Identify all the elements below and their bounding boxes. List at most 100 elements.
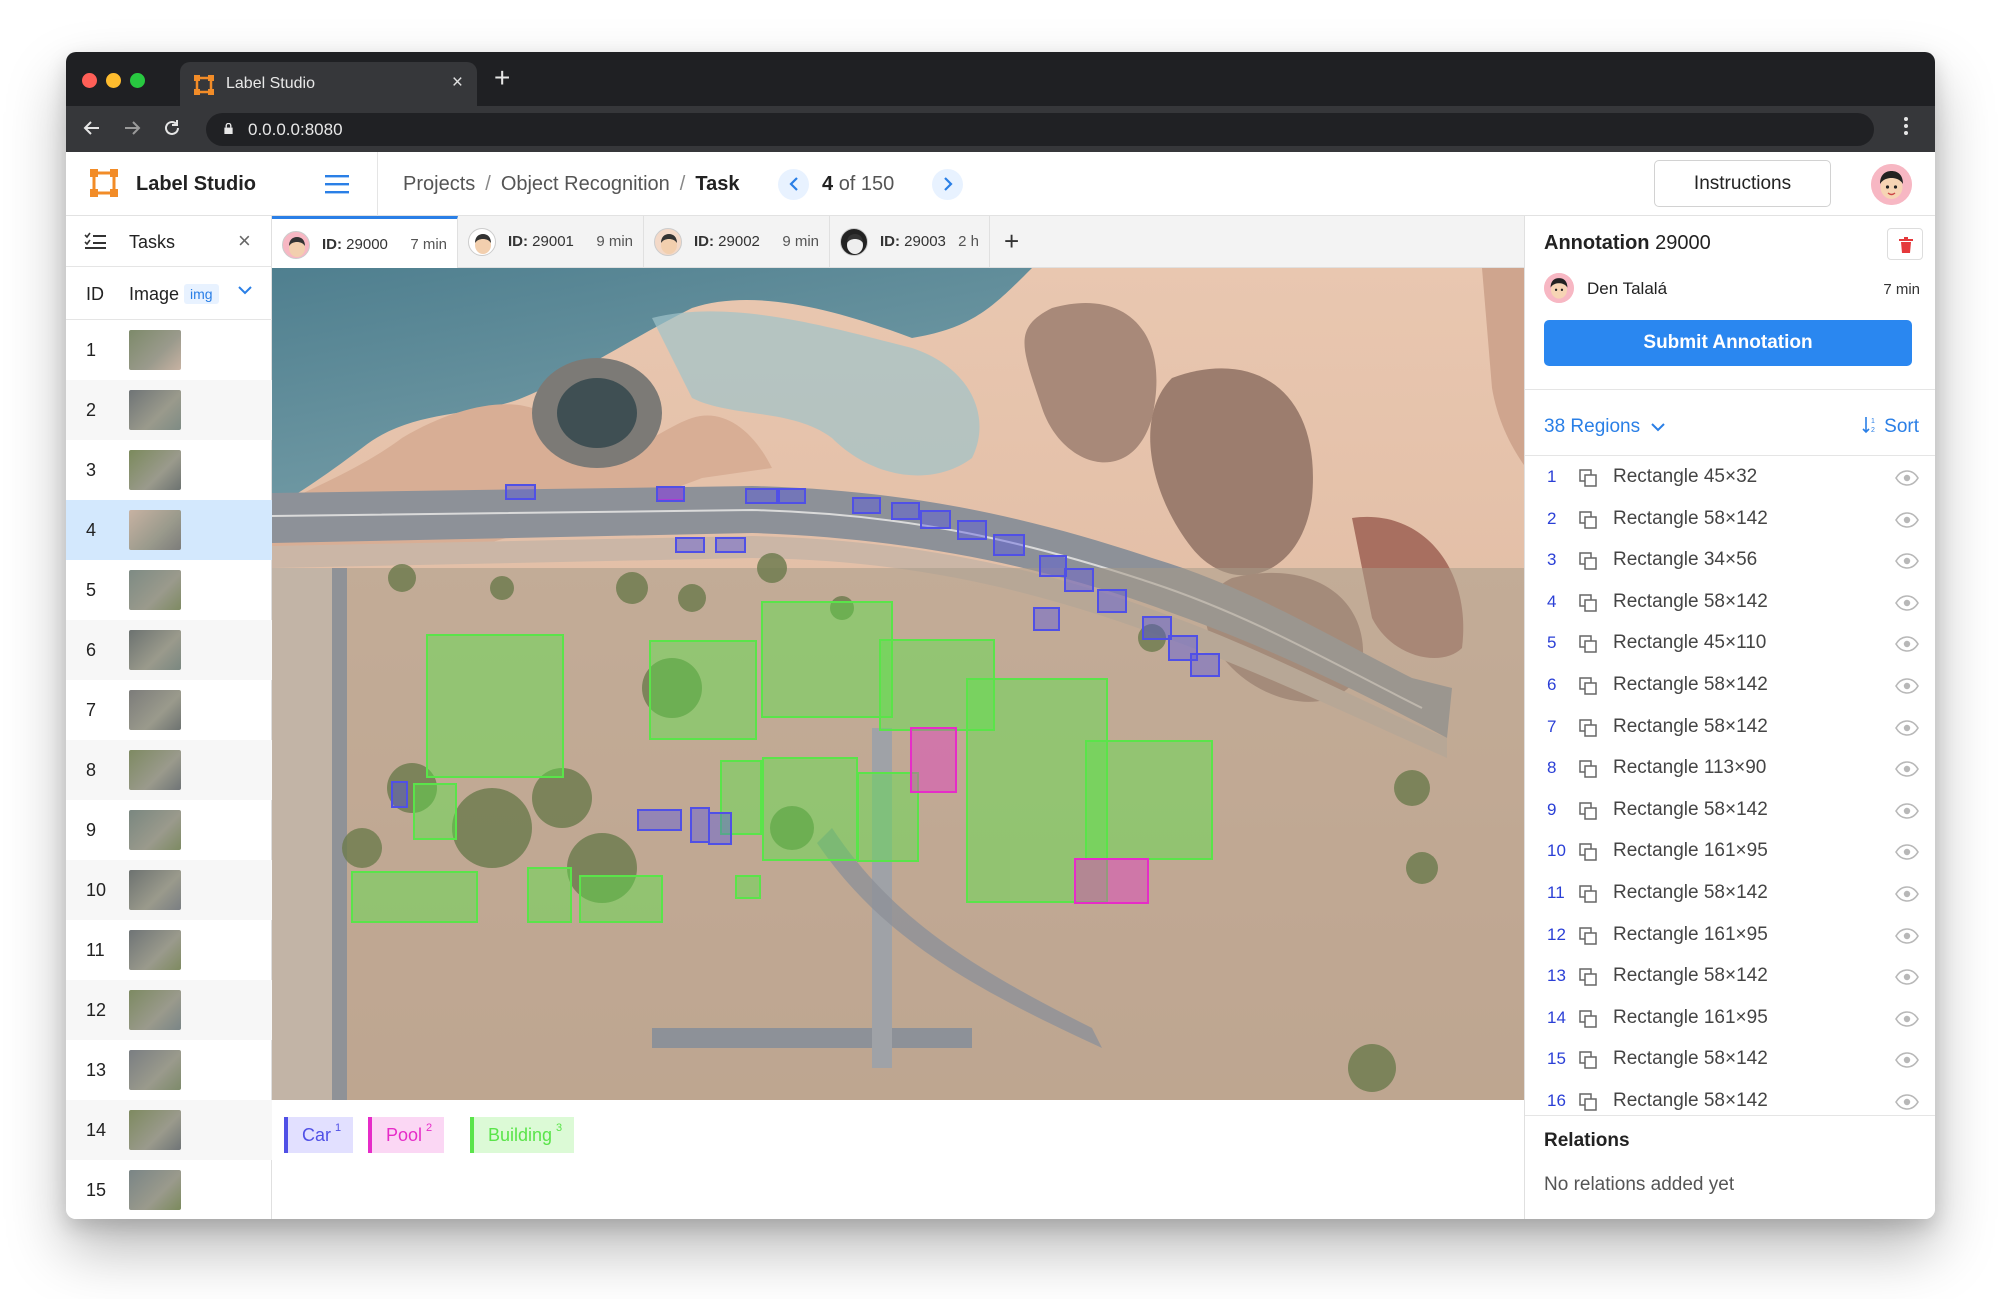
new-tab-button[interactable]: + (494, 64, 510, 92)
hamburger-menu-icon[interactable] (325, 174, 349, 194)
task-row[interactable]: 1 (66, 320, 272, 380)
task-thumbnail[interactable] (129, 690, 181, 730)
column-image[interactable]: Image (129, 284, 179, 305)
task-row[interactable]: 7 (66, 680, 272, 740)
task-thumbnail[interactable] (129, 870, 181, 910)
task-row[interactable]: 4 (66, 500, 272, 560)
task-thumbnail[interactable] (129, 450, 181, 490)
region-item[interactable]: 1 Rectangle 45×32 (1525, 456, 1935, 498)
region-item[interactable]: 7 Rectangle 58×142 (1525, 706, 1935, 748)
prev-task-button[interactable] (778, 169, 809, 200)
task-thumbnail[interactable] (129, 750, 181, 790)
minimize-window-button[interactable] (106, 73, 121, 88)
address-bar[interactable]: 0.0.0.0:8080 (206, 113, 1874, 146)
eye-icon[interactable] (1895, 1052, 1919, 1069)
eye-icon[interactable] (1895, 594, 1919, 611)
region-item[interactable]: 3 Rectangle 34×56 (1525, 539, 1935, 581)
add-annotation-button[interactable]: + (1004, 226, 1019, 257)
eye-icon[interactable] (1895, 886, 1919, 902)
aerial-image[interactable] (272, 268, 1592, 1100)
eye-icon[interactable] (1895, 678, 1919, 694)
sort-button[interactable]: 1 2 Sort (1862, 416, 1919, 438)
region-item[interactable]: 14 Rectangle 161×95 (1525, 997, 1935, 1039)
task-row[interactable]: 3 (66, 440, 272, 500)
task-row[interactable]: 12 (66, 980, 272, 1040)
task-row[interactable]: 14 (66, 1100, 272, 1160)
reload-icon[interactable] (162, 118, 182, 138)
eye-icon[interactable] (1895, 1094, 1919, 1110)
close-tab-icon[interactable]: × (452, 72, 463, 94)
region-item[interactable]: 9 Rectangle 58×142 (1525, 789, 1935, 831)
eye-icon[interactable] (1895, 1010, 1919, 1027)
task-thumbnail[interactable] (129, 330, 181, 370)
task-thumbnail[interactable] (129, 1170, 181, 1210)
chevron-down-icon[interactable] (238, 285, 252, 295)
region-item[interactable]: 16 Rectangle 58×142 (1525, 1080, 1935, 1115)
label-building[interactable]: Building 3 (470, 1117, 575, 1153)
task-thumbnail[interactable] (129, 510, 181, 550)
task-thumbnail[interactable] (129, 1110, 181, 1150)
region-item[interactable]: 6 Rectangle 58×142 (1525, 664, 1935, 706)
label-car[interactable]: Car 1 (284, 1117, 354, 1153)
region-item[interactable]: 2 Rectangle 58×142 (1525, 498, 1935, 540)
eye-icon[interactable] (1895, 553, 1919, 569)
task-thumbnail[interactable] (129, 930, 181, 970)
browser-tab[interactable]: Label Studio × (180, 62, 477, 106)
region-item[interactable]: 8 Rectangle 113×90 (1525, 747, 1935, 789)
task-thumbnail[interactable] (129, 810, 181, 850)
maximize-window-button[interactable] (130, 73, 145, 88)
task-row[interactable]: 15 (66, 1160, 272, 1219)
delete-annotation-button[interactable] (1887, 228, 1923, 260)
task-row[interactable]: 5 (66, 560, 272, 620)
task-row[interactable]: 11 (66, 920, 272, 980)
user-avatar[interactable] (1871, 164, 1912, 205)
region-item[interactable]: 11 Rectangle 58×142 (1525, 872, 1935, 914)
submit-annotation-button[interactable]: Submit Annotation (1544, 320, 1912, 366)
forward-arrow-icon[interactable] (122, 118, 142, 138)
task-row[interactable]: 9 (66, 800, 272, 860)
regions-dropdown[interactable]: 38 Regions (1544, 416, 1666, 438)
close-tasks-icon[interactable]: × (238, 228, 251, 254)
annotation-tab[interactable]: ID: 29001 9 min (458, 216, 644, 268)
region-item[interactable]: 15 Rectangle 58×142 (1525, 1038, 1935, 1080)
eye-icon[interactable] (1895, 969, 1919, 985)
eye-icon[interactable] (1895, 719, 1919, 736)
image-canvas[interactable] (272, 268, 1592, 1100)
annotation-tab[interactable]: ID: 29000 7 min (272, 216, 458, 268)
region-item[interactable]: 10 Rectangle 161×95 (1525, 830, 1935, 872)
column-id[interactable]: ID (86, 284, 104, 305)
task-row[interactable]: 6 (66, 620, 272, 680)
eye-icon[interactable] (1895, 470, 1919, 486)
eye-icon[interactable] (1895, 761, 1919, 777)
annotation-tab[interactable]: ID: 29002 9 min (644, 216, 830, 268)
task-thumbnail[interactable] (129, 630, 181, 670)
task-row[interactable]: 2 (66, 380, 272, 440)
browser-menu-icon[interactable] (1903, 116, 1909, 136)
task-thumbnail[interactable] (129, 1050, 181, 1090)
task-thumbnail[interactable] (129, 990, 181, 1030)
eye-icon[interactable] (1895, 844, 1919, 861)
task-row[interactable]: 8 (66, 740, 272, 800)
region-item[interactable]: 13 Rectangle 58×142 (1525, 955, 1935, 997)
annotation-tab[interactable]: ID: 29003 2 h (830, 216, 990, 268)
region-item[interactable]: 12 Rectangle 161×95 (1525, 914, 1935, 956)
breadcrumb-projects[interactable]: Projects (403, 173, 475, 195)
eye-icon[interactable] (1895, 927, 1919, 944)
label-pool[interactable]: Pool 2 (368, 1117, 445, 1153)
region-item[interactable]: 4 Rectangle 58×142 (1525, 581, 1935, 623)
instructions-button[interactable]: Instructions (1654, 160, 1831, 207)
region-item[interactable]: 5 Rectangle 45×110 (1525, 622, 1935, 664)
eye-icon[interactable] (1895, 802, 1919, 819)
eye-icon[interactable] (1895, 511, 1919, 528)
breadcrumb-project[interactable]: Object Recognition (501, 173, 670, 195)
task-thumbnail[interactable] (129, 390, 181, 430)
eye-icon[interactable] (1895, 636, 1919, 653)
app-brand[interactable]: Label Studio (136, 173, 256, 196)
region-index: 10 (1547, 841, 1566, 861)
close-window-button[interactable] (82, 73, 97, 88)
task-row[interactable]: 10 (66, 860, 272, 920)
back-arrow-icon[interactable] (82, 118, 102, 138)
task-thumbnail[interactable] (129, 570, 181, 610)
task-row[interactable]: 13 (66, 1040, 272, 1100)
next-task-button[interactable] (932, 169, 963, 200)
